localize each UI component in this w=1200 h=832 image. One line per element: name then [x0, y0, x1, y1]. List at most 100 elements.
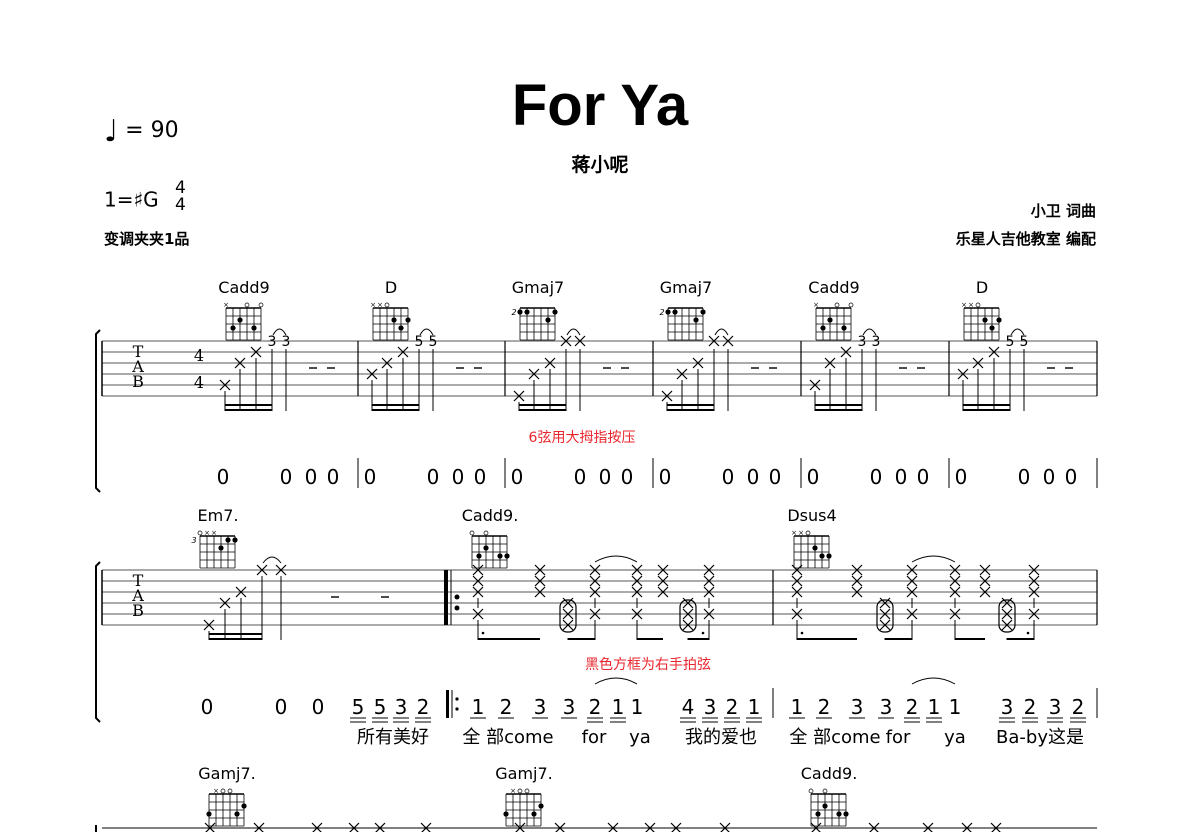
- chord-name: Cadd9: [218, 278, 269, 297]
- open-string-marker: [483, 530, 489, 536]
- beam: [519, 404, 566, 406]
- numbered-note: 2: [500, 695, 513, 719]
- chord-diagram: ×: [223, 301, 264, 341]
- chord-name: Cadd9: [808, 278, 859, 297]
- beam: [797, 638, 857, 640]
- chord-name: D: [976, 278, 988, 297]
- open-string-marker: [524, 788, 530, 794]
- numbered-note: 1: [949, 695, 962, 719]
- numbered-note: 0: [807, 465, 820, 489]
- numbered-note: 1: [472, 695, 485, 719]
- lyric: for: [886, 727, 911, 748]
- beam: [815, 409, 862, 411]
- fret-position-label: 2: [511, 308, 516, 317]
- chord-diagram: ×: [206, 787, 247, 827]
- tie-arc: [594, 555, 638, 563]
- chord-name: Dsus4: [787, 506, 836, 525]
- numbered-note: 0: [955, 465, 968, 489]
- beam: [372, 404, 419, 406]
- muted-string-marker: ×: [211, 529, 217, 537]
- finger-dot: [531, 811, 537, 817]
- finger-dot: [700, 309, 706, 315]
- finger-dot: [815, 811, 821, 817]
- numbered-note: 5: [352, 695, 365, 719]
- numbered-note: 0: [511, 465, 524, 489]
- finger-dot: [552, 309, 558, 315]
- slap-box: [679, 599, 697, 633]
- numbered-note: 3: [1049, 695, 1062, 719]
- chord-diagram: ××: [961, 301, 1002, 341]
- lyric: ya: [944, 727, 966, 748]
- open-string-marker: [975, 302, 981, 308]
- open-string-marker: [258, 302, 264, 308]
- finger-dot: [843, 811, 849, 817]
- repeat-dot: [454, 594, 460, 600]
- muted-string-marker: ×: [968, 301, 974, 309]
- numbered-note: 0: [275, 695, 288, 719]
- numbered-note: 2: [726, 695, 739, 719]
- beam: [688, 638, 709, 640]
- numbered-note: 0: [574, 465, 587, 489]
- chord-name: Gmaj7: [660, 278, 712, 297]
- numbered-note: 0: [621, 465, 634, 489]
- numbered-note: 2: [1024, 695, 1037, 719]
- numbered-note: 2: [1072, 695, 1085, 719]
- finger-dot: [982, 317, 988, 323]
- muted-string-marker: ×: [510, 787, 516, 795]
- repeat-dot: [455, 697, 459, 701]
- fret-number: 3: [282, 334, 291, 350]
- muted-string-marker: ×: [223, 301, 229, 309]
- fret-number: 5: [415, 334, 424, 350]
- finger-dot: [517, 309, 523, 315]
- beam: [815, 404, 862, 406]
- fret-number: 5: [1006, 334, 1015, 350]
- chord-diagram: [808, 788, 849, 827]
- numbered-note: 2: [906, 695, 919, 719]
- numbered-note: 0: [452, 465, 465, 489]
- open-string-marker: [517, 788, 523, 794]
- numbered-note: 0: [280, 465, 293, 489]
- finger-dot: [230, 325, 236, 331]
- fret-number: 5: [429, 334, 438, 350]
- finger-dot: [241, 803, 247, 809]
- muted-string-marker: ×: [213, 787, 219, 795]
- tab-clef-letter: B: [132, 372, 144, 391]
- muted-string-marker: ×: [370, 301, 376, 309]
- finger-dot: [206, 811, 212, 817]
- muted-string-marker: ×: [961, 301, 967, 309]
- chord-diagram: 2: [659, 307, 706, 341]
- beam: [568, 638, 595, 640]
- numbered-note: 0: [427, 465, 440, 489]
- numbered-note: 0: [722, 465, 735, 489]
- open-string-marker: [220, 788, 226, 794]
- finger-dot: [483, 545, 489, 551]
- lyric: ya: [629, 727, 651, 748]
- numbered-note: 0: [217, 465, 230, 489]
- chord-name: Cadd9.: [801, 764, 858, 783]
- repeat-dot: [454, 605, 460, 611]
- tie-arc: [262, 556, 282, 564]
- numbered-note: 3: [880, 695, 893, 719]
- finger-dot: [819, 553, 825, 559]
- finger-dot: [836, 811, 842, 817]
- numbered-note: 0: [599, 465, 612, 489]
- finger-dot: [251, 325, 257, 331]
- tab-staff-1: [102, 340, 1097, 397]
- fret-position-label: 3: [191, 536, 196, 545]
- open-string-marker: [822, 788, 828, 794]
- lyric: 全 部come: [789, 727, 880, 748]
- open-string-marker: [197, 530, 203, 536]
- lyric: for: [582, 727, 607, 748]
- open-string-marker: [808, 788, 814, 794]
- finger-dot: [391, 317, 397, 323]
- lyric: 全 部come: [462, 727, 553, 748]
- finger-dot: [504, 553, 510, 559]
- finger-dot: [996, 317, 1002, 323]
- finger-dot: [989, 325, 995, 331]
- slap-box: [876, 599, 894, 633]
- slap-box: [998, 599, 1016, 633]
- lyric: 我的爱也: [685, 727, 757, 748]
- beam: [963, 409, 1010, 411]
- chord-name: Gamj7.: [495, 764, 553, 783]
- beam: [963, 404, 1010, 406]
